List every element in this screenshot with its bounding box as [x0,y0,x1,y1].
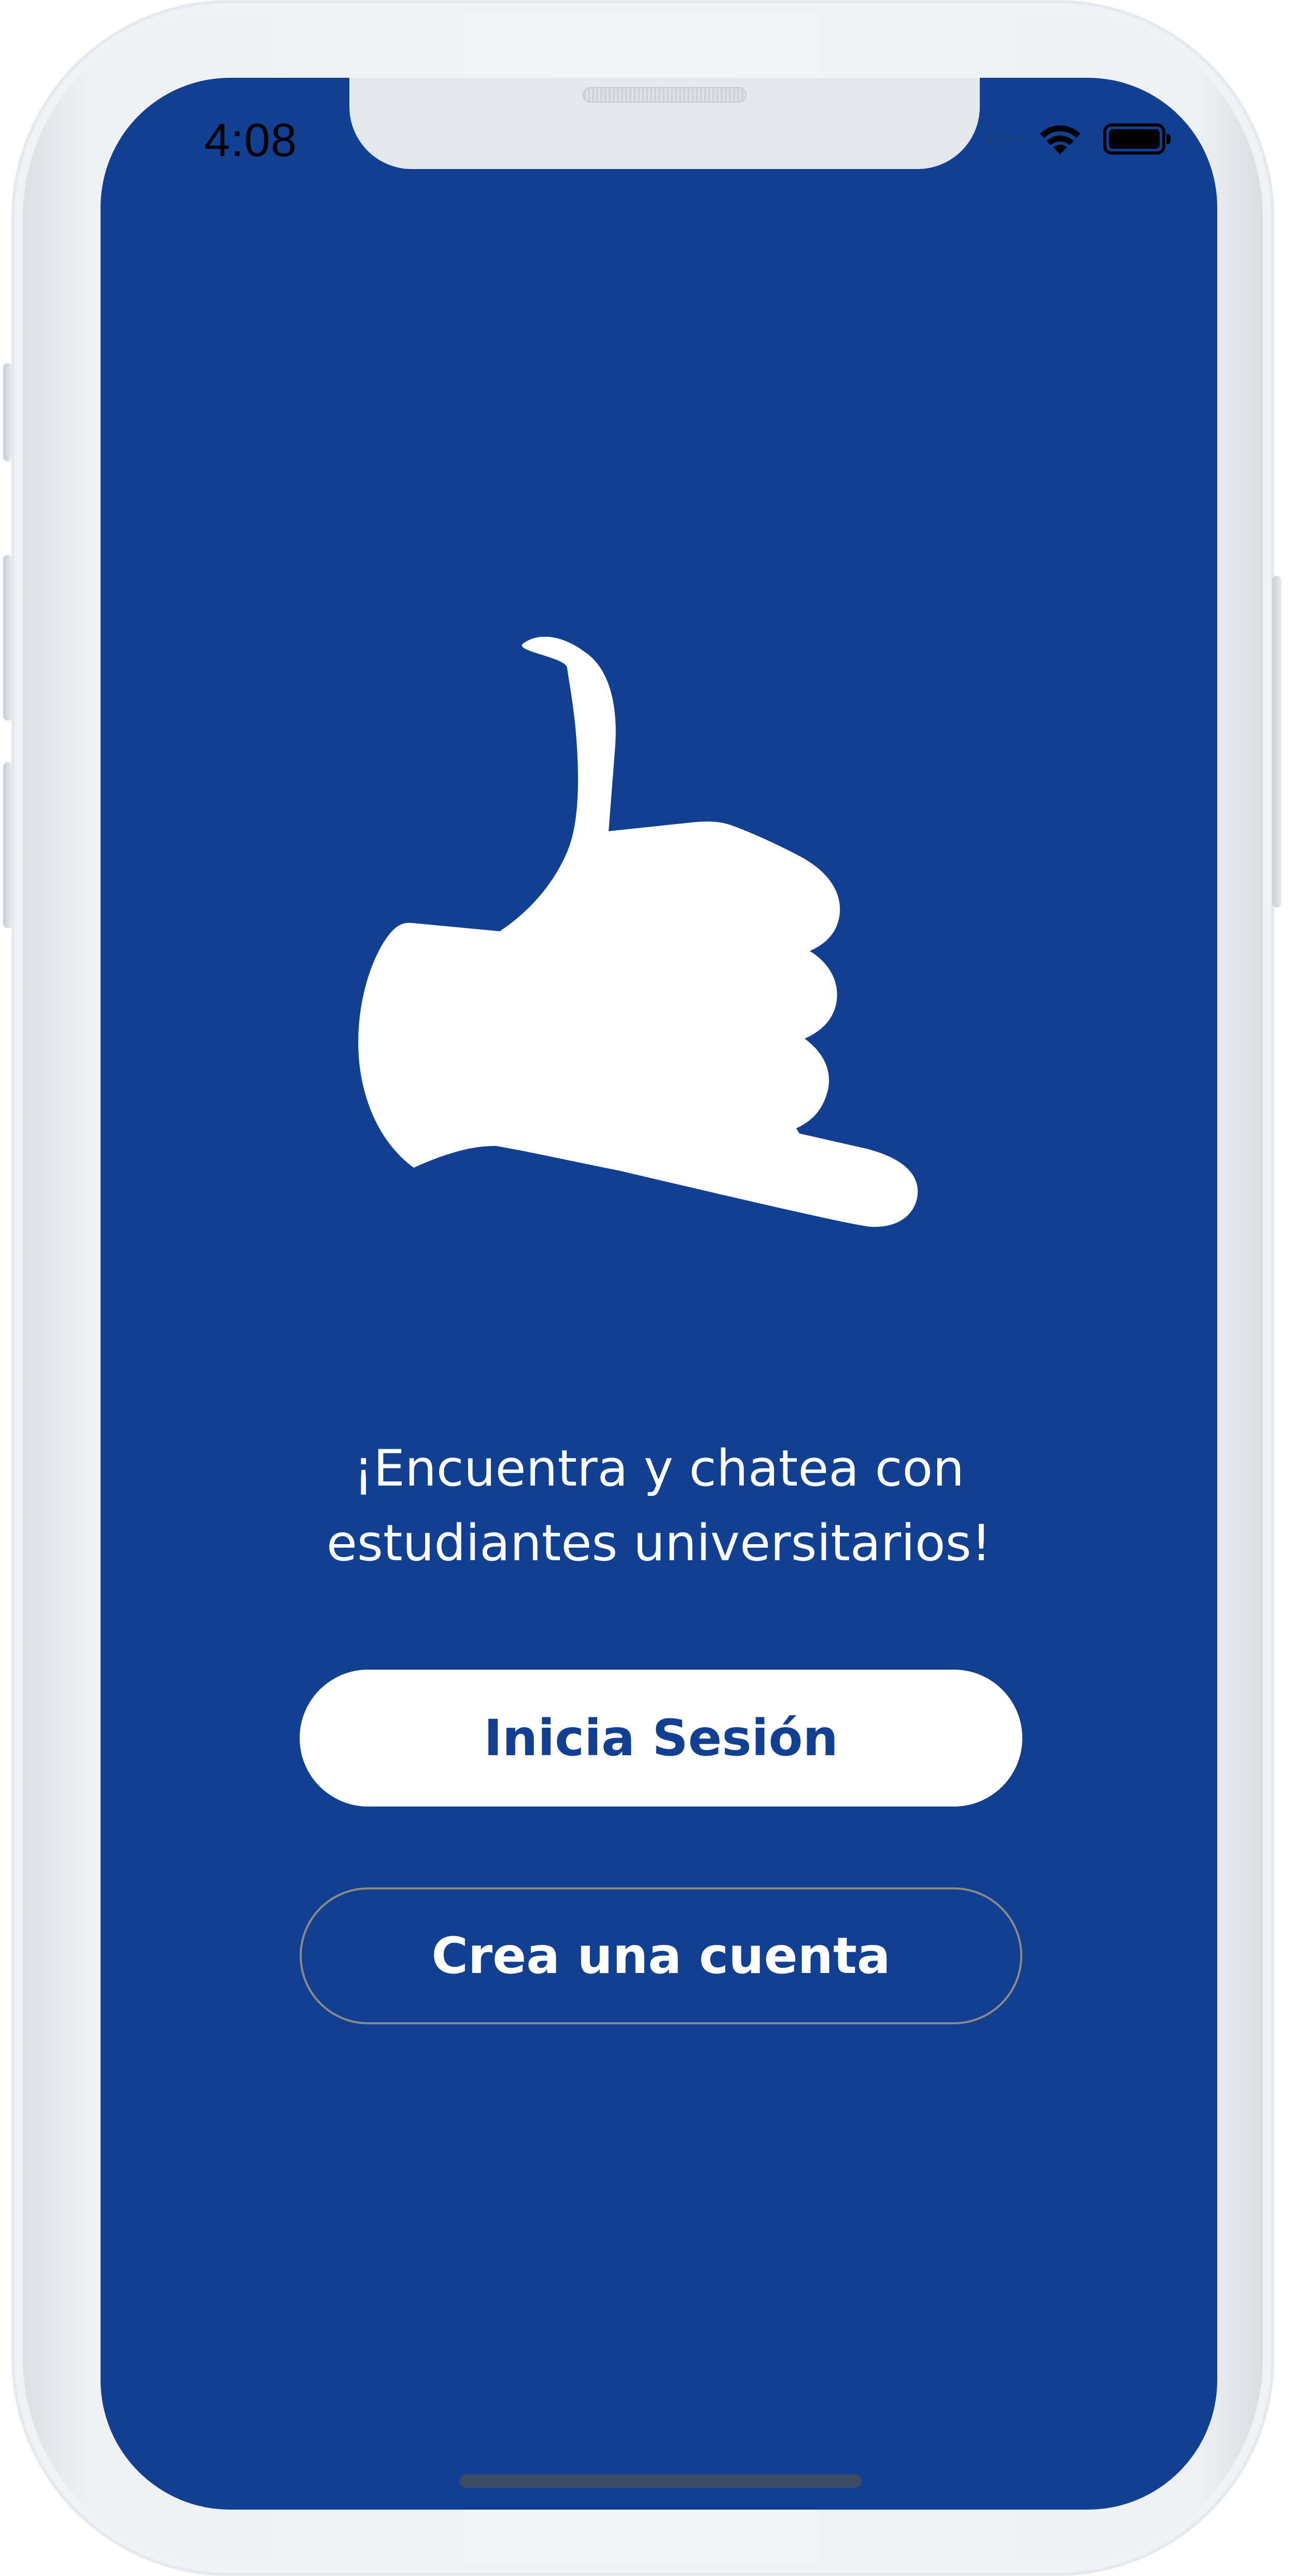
side-button-volume-up [3,555,12,721]
battery-icon [1103,123,1171,155]
signal-dots-icon [985,136,1022,142]
shaka-hand-icon [358,637,918,1227]
side-button-power [1272,576,1282,907]
page: 4:08 ¡Encuentra y chatea con estudiantes… [0,0,1295,2576]
status-time: 4:08 [204,115,298,166]
phone-frame: 4:08 ¡Encuentra y chatea con estudiantes… [3,0,1282,2576]
tagline-line-2: estudiantes universitarios! [326,1514,992,1572]
status-icons [985,122,1171,156]
login-button-label: Inicia Sesión [484,1709,838,1767]
login-button[interactable]: Inicia Sesión [300,1670,1022,1807]
tagline-line-1: ¡Encuentra y chatea con [353,1439,965,1497]
side-button-volume-down [3,762,12,928]
welcome-tagline: ¡Encuentra y chatea con estudiantes univ… [101,1431,1217,1580]
earpiece-speaker [583,87,747,103]
app-screen: 4:08 ¡Encuentra y chatea con estudiantes… [101,78,1217,2510]
create-account-button-label: Crea una cuenta [431,1927,891,1985]
side-button-mute [3,363,12,461]
home-indicator[interactable] [459,2474,862,2488]
create-account-button[interactable]: Crea una cuenta [300,1887,1022,2024]
camera-notch [349,78,980,169]
wifi-icon [1040,125,1080,155]
